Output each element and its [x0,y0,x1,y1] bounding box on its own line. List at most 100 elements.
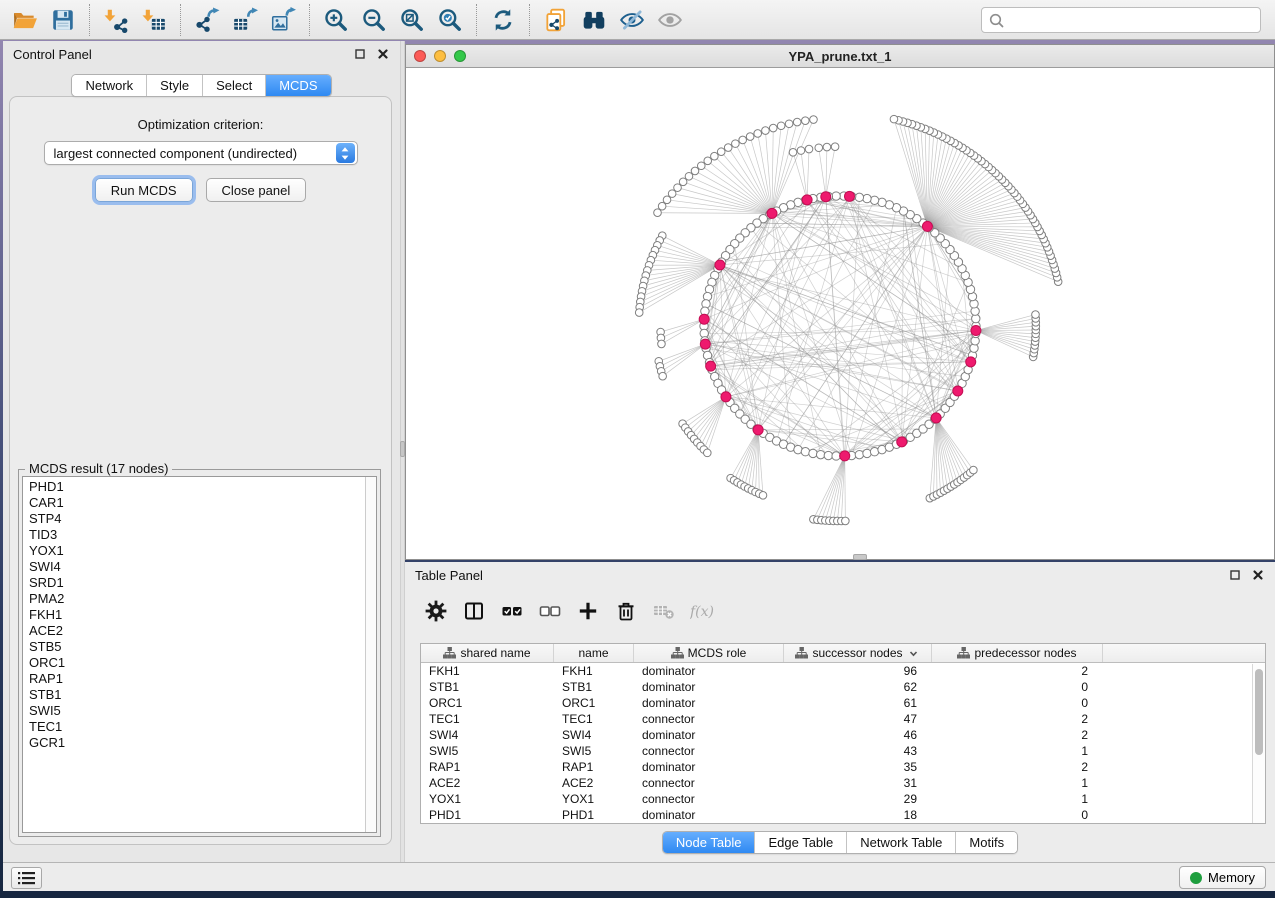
cell-predecessor-nodes[interactable]: 2 [932,663,1103,679]
add-column-button[interactable] [571,595,605,627]
graph-node[interactable] [801,448,809,456]
cell-predecessor-nodes[interactable]: 0 [932,679,1103,695]
import-table-button[interactable] [135,3,173,37]
graph-hub-node[interactable] [753,425,763,435]
cell-shared-name[interactable]: ORC1 [421,695,554,711]
cell-name[interactable]: TEC1 [554,711,634,727]
select-all-columns-button[interactable] [495,595,529,627]
close-panel-button-2[interactable]: Close panel [206,178,307,202]
criterion-select[interactable]: largest connected component (undirected) [44,141,358,165]
open-file-button[interactable] [6,3,44,37]
graph-leaf-node[interactable] [802,117,810,125]
mcds-result-item[interactable]: SRD1 [29,575,376,591]
cell-shared-name[interactable]: FKH1 [421,663,554,679]
graph-hub-node[interactable] [802,195,812,205]
graph-leaf-node[interactable] [785,120,793,128]
cell-name[interactable]: RAP1 [554,759,634,775]
cell-MCDS-role[interactable]: dominator [634,695,784,711]
graph-node[interactable] [809,449,817,457]
graph-leaf-node[interactable] [668,190,676,198]
cell-predecessor-nodes[interactable]: 1 [932,743,1103,759]
cell-MCDS-role[interactable]: connector [634,743,784,759]
cell-predecessor-nodes[interactable]: 2 [932,727,1103,743]
cell-successor-nodes[interactable]: 35 [784,759,932,775]
clone-network-button[interactable] [537,3,575,37]
graph-leaf-node[interactable] [658,202,666,210]
graph-hub-node[interactable] [767,208,777,218]
mcds-result-item[interactable]: STB5 [29,639,376,655]
table-scrollbar[interactable] [1252,664,1265,823]
graph-leaf-node[interactable] [970,466,978,474]
export-table-button[interactable] [226,3,264,37]
graph-leaf-node[interactable] [732,140,740,148]
mcds-result-item[interactable]: YOX1 [29,543,376,559]
mcds-result-item[interactable]: TID3 [29,527,376,543]
control-tab-select[interactable]: Select [202,75,265,96]
cell-MCDS-role[interactable]: connector [634,711,784,727]
mcds-result-item[interactable]: RAP1 [29,671,376,687]
graph-leaf-node[interactable] [777,122,785,130]
graph-leaf-node[interactable] [697,162,705,170]
cell-shared-name[interactable]: STB1 [421,679,554,695]
mcds-result-item[interactable]: TEC1 [29,719,376,735]
cell-successor-nodes[interactable]: 96 [784,663,932,679]
close-panel-button[interactable] [375,47,390,62]
float-panel-button[interactable] [352,47,367,62]
graph-leaf-node[interactable] [635,309,643,317]
mcds-result-item[interactable]: GCR1 [29,735,376,751]
cell-shared-name[interactable]: RAP1 [421,759,554,775]
mcds-result-item[interactable]: STP4 [29,511,376,527]
mcds-result-item[interactable]: STB1 [29,687,376,703]
cell-shared-name[interactable]: PHD1 [421,807,554,823]
graph-hub-node[interactable] [897,437,907,447]
cell-successor-nodes[interactable]: 18 [784,807,932,823]
memory-button[interactable]: Memory [1179,866,1266,889]
cell-successor-nodes[interactable]: 62 [784,679,932,695]
graph-leaf-node[interactable] [663,196,671,204]
graph-node[interactable] [824,451,832,459]
cell-shared-name[interactable]: TEC1 [421,711,554,727]
graph-hub-node[interactable] [699,314,709,324]
graph-hub-node[interactable] [840,451,850,461]
cell-successor-nodes[interactable]: 31 [784,775,932,791]
graph-leaf-node[interactable] [717,148,725,156]
cell-predecessor-nodes[interactable]: 1 [932,791,1103,807]
task-history-button[interactable] [11,867,42,889]
graph-hub-node[interactable] [971,326,981,336]
delete-columns-button[interactable] [609,595,643,627]
cell-name[interactable]: FKH1 [554,663,634,679]
cell-MCDS-role[interactable]: dominator [634,727,784,743]
graph-leaf-node[interactable] [842,517,850,525]
graph-leaf-node[interactable] [679,178,687,186]
run-mcds-button[interactable]: Run MCDS [95,178,193,202]
cell-name[interactable]: ORC1 [554,695,634,711]
graph-node[interactable] [832,452,840,460]
graph-hub-node[interactable] [844,191,854,201]
mcds-result-item[interactable]: CAR1 [29,495,376,511]
import-network-button[interactable] [97,3,135,37]
graph-hub-node[interactable] [922,221,932,231]
network-canvas[interactable] [406,69,1274,559]
graph-leaf-node[interactable] [831,143,839,151]
graph-leaf-node[interactable] [685,172,693,180]
cell-shared-name[interactable]: ACE2 [421,775,554,791]
control-tab-network[interactable]: Network [72,75,146,96]
mcds-result-item[interactable]: PHD1 [29,479,376,495]
unselect-all-columns-button[interactable] [533,595,567,627]
network-window-titlebar[interactable]: YPA_prune.txt_1 [406,45,1274,68]
float-table-panel-button[interactable] [1227,568,1242,583]
graph-hub-node[interactable] [966,357,976,367]
show-column-panel-button[interactable] [457,595,491,627]
graph-leaf-node[interactable] [1032,311,1040,319]
cell-MCDS-role[interactable]: dominator [634,679,784,695]
mcds-result-item[interactable]: ORC1 [29,655,376,671]
graph-leaf-node[interactable] [805,145,813,153]
cell-MCDS-role[interactable]: connector [634,775,784,791]
cell-successor-nodes[interactable]: 29 [784,791,932,807]
cell-MCDS-role[interactable]: connector [634,791,784,807]
column-header-MCDS-role[interactable]: MCDS role [634,644,784,662]
cell-name[interactable]: SWI5 [554,743,634,759]
column-header-successor-nodes[interactable]: successor nodes [784,644,932,662]
graph-node[interactable] [863,194,871,202]
search-input[interactable] [1009,10,1260,30]
